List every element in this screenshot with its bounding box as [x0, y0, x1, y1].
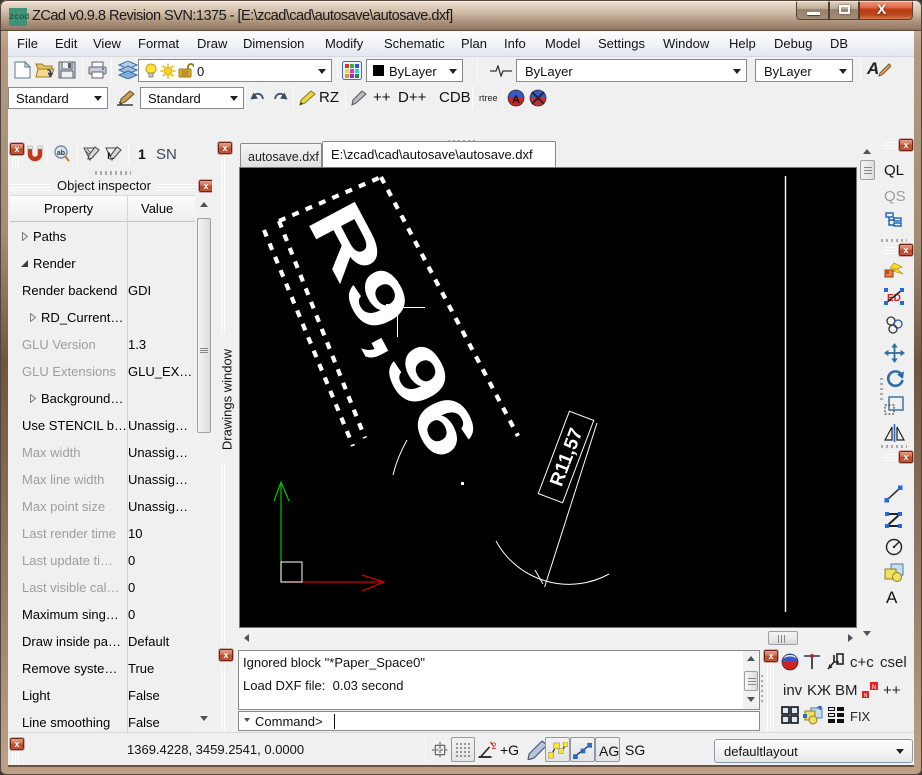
svg-text:2: 2	[492, 741, 497, 751]
svg-text:ED: ED	[887, 293, 901, 304]
svg-text:A: A	[512, 94, 520, 106]
svg-text:ab: ab	[57, 150, 65, 157]
svg-text:N: N	[864, 693, 868, 699]
svg-text:N: N	[872, 685, 876, 691]
